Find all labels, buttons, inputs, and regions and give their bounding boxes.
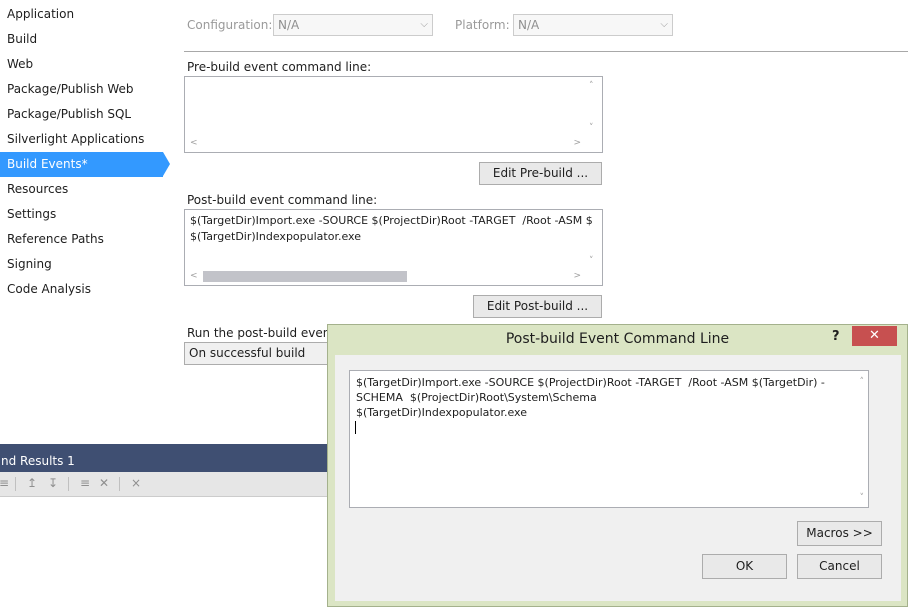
clear-list-icon[interactable]: ≡ (78, 476, 92, 490)
close-icon[interactable]: ✕ (852, 326, 897, 346)
command-line-text: $(TargetDir)Import.exe -SOURCE $(Project… (356, 375, 825, 420)
go-to-previous-icon[interactable]: ↥ (25, 476, 39, 490)
stack-icon[interactable]: ≡ (0, 476, 11, 490)
scroll-right-arrow-icon[interactable]: > (573, 138, 581, 148)
platform-value: N/A (518, 18, 540, 32)
horizontal-scrollbar[interactable]: < > (185, 135, 585, 152)
configuration-combo[interactable]: N/A ⌵ (273, 14, 433, 36)
sidebar-item-code-analysis[interactable]: Code Analysis (0, 277, 163, 302)
scroll-down-arrow-icon[interactable]: ˅ (589, 123, 594, 133)
postbuild-line-2: $(TargetDir)Indexpopulator.exe (190, 230, 361, 243)
platform-label: Platform: (455, 18, 510, 32)
dialog-body: $(TargetDir)Import.exe -SOURCE $(Project… (335, 355, 901, 601)
go-to-next-icon[interactable]: ↧ (46, 476, 60, 490)
tool-window-border (0, 444, 330, 451)
scroll-up-arrow-icon[interactable]: ˄ (589, 81, 594, 91)
scroll-up-arrow-icon[interactable]: ˄ (860, 377, 865, 387)
postbuild-dialog: Post-build Event Command Line ? ✕ $(Targ… (327, 324, 908, 607)
edit-prebuild-button[interactable]: Edit Pre-build ... (479, 162, 602, 185)
dialog-title: Post-build Event Command Line (505, 331, 730, 347)
sidebar-item-signing[interactable]: Signing (0, 252, 163, 277)
delete-icon[interactable]: ✕ (97, 476, 111, 490)
command-line-editor[interactable]: $(TargetDir)Import.exe -SOURCE $(Project… (349, 370, 869, 508)
sidebar-item-build-events[interactable]: Build Events* (0, 152, 163, 177)
sidebar-item-silverlight-applications[interactable]: Silverlight Applications (0, 127, 163, 152)
toolbar-separator (119, 477, 120, 491)
command-line-1: $(TargetDir)Import.exe -SOURCE $(Project… (356, 376, 825, 389)
prebuild-label: Pre-build event command line: (187, 60, 372, 74)
property-pages-sidebar: Application Build Web Package/Publish We… (0, 0, 170, 440)
run-postbuild-label: Run the post-build event: (187, 326, 340, 340)
scroll-left-arrow-icon[interactable]: < (190, 271, 198, 281)
edit-postbuild-button[interactable]: Edit Post-build ... (473, 295, 602, 318)
platform-combo[interactable]: N/A ⌵ (513, 14, 673, 36)
scroll-right-arrow-icon[interactable]: > (573, 271, 581, 281)
horizontal-scrollbar[interactable]: < > (185, 268, 585, 285)
text-caret (355, 421, 356, 434)
postbuild-label: Post-build event command line: (187, 193, 378, 207)
help-icon[interactable]: ? (832, 329, 840, 344)
toolbar-separator (68, 477, 69, 491)
sidebar-item-settings[interactable]: Settings (0, 202, 163, 227)
scroll-down-arrow-icon[interactable]: ˅ (860, 493, 865, 503)
chevron-down-icon: ⌵ (660, 19, 668, 30)
toolbar-separator (15, 477, 16, 491)
command-line-3: $(TargetDir)Indexpopulator.exe (356, 406, 527, 419)
sidebar-item-application[interactable]: Application (0, 2, 163, 27)
ok-button[interactable]: OK (702, 554, 787, 579)
macros-button[interactable]: Macros >> (797, 521, 882, 546)
configuration-value: N/A (278, 18, 300, 32)
vertical-scrollbar[interactable]: ˄ ˅ (585, 77, 602, 135)
scroll-left-arrow-icon[interactable]: < (190, 138, 198, 148)
selection-arrow-indicator (163, 152, 170, 176)
configuration-label: Configuration: (187, 18, 273, 32)
sidebar-item-resources[interactable]: Resources (0, 177, 163, 202)
postbuild-command-text: $(TargetDir)Import.exe -SOURCE $(Project… (190, 213, 593, 245)
sidebar-item-package-publish-sql[interactable]: Package/Publish SQL (0, 102, 163, 127)
sidebar-item-build[interactable]: Build (0, 27, 163, 52)
cancel-button[interactable]: Cancel (797, 554, 882, 579)
run-postbuild-dropdown[interactable]: On successful build (184, 342, 334, 365)
scroll-down-arrow-icon[interactable]: ˅ (589, 256, 594, 266)
postbuild-line-1: $(TargetDir)Import.exe -SOURCE $(Project… (190, 214, 593, 227)
results-window-title[interactable]: nd Results 1 (0, 451, 330, 472)
sidebar-item-reference-paths[interactable]: Reference Paths (0, 227, 163, 252)
chevron-down-icon: ⌵ (420, 19, 428, 30)
vertical-scrollbar[interactable]: ˅ (585, 210, 602, 268)
prebuild-command-textbox[interactable]: ˄ ˅ < > (184, 76, 603, 153)
sidebar-item-package-publish-web[interactable]: Package/Publish Web (0, 77, 163, 102)
divider (184, 51, 908, 52)
sidebar-item-web[interactable]: Web (0, 52, 163, 77)
command-line-2: SCHEMA $(ProjectDir)Root\System\Schema (356, 391, 597, 404)
postbuild-command-textbox[interactable]: $(TargetDir)Import.exe -SOURCE $(Project… (184, 209, 603, 286)
results-toolbar: ≡ ↥ ↧ ≡ ✕ × (0, 472, 330, 497)
stop-icon[interactable]: × (129, 476, 143, 490)
scroll-thumb[interactable] (203, 271, 407, 282)
